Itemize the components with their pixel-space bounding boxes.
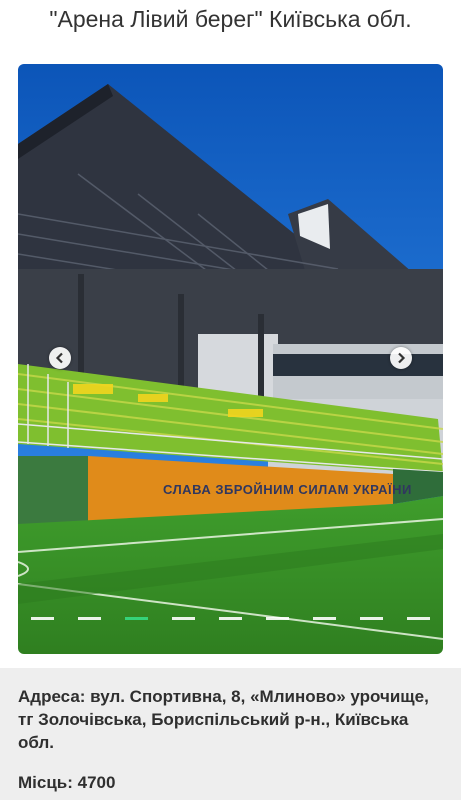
next-slide-button[interactable] — [390, 347, 412, 369]
slide-indicators — [18, 617, 443, 625]
slide-dot[interactable] — [78, 617, 101, 620]
chevron-right-icon — [398, 352, 406, 364]
slide-dot[interactable] — [219, 617, 242, 620]
banner-text: СЛАВА ЗБРОЙНИМ СИЛАМ УКРАЇНИ — [163, 482, 412, 497]
slide-dot[interactable] — [407, 617, 430, 620]
slide-dot[interactable] — [172, 617, 195, 620]
prev-slide-button[interactable] — [49, 347, 71, 369]
chevron-left-icon — [55, 352, 63, 364]
stadium-photo: СЛАВА ЗБРОЙНИМ СИЛАМ УКРАЇНИ — [18, 64, 443, 654]
address-text: Адреса: вул. Спортивна, 8, «Млиново» уро… — [18, 687, 429, 752]
page-title: "Арена Лівий берег" Київська обл. — [49, 6, 412, 32]
photo-carousel[interactable]: СЛАВА ЗБРОЙНИМ СИЛАМ УКРАЇНИ — [18, 64, 443, 654]
slide-dot[interactable] — [266, 617, 289, 620]
slide-dot[interactable] — [125, 617, 148, 620]
slide-dot[interactable] — [31, 617, 54, 620]
slide-dot[interactable] — [313, 617, 336, 620]
capacity-text: Місць: 4700 — [18, 773, 116, 792]
stadium-card: "Арена Лівий берег" Київська обл. СЛАВА … — [0, 0, 461, 668]
slide-dot[interactable] — [360, 617, 383, 620]
